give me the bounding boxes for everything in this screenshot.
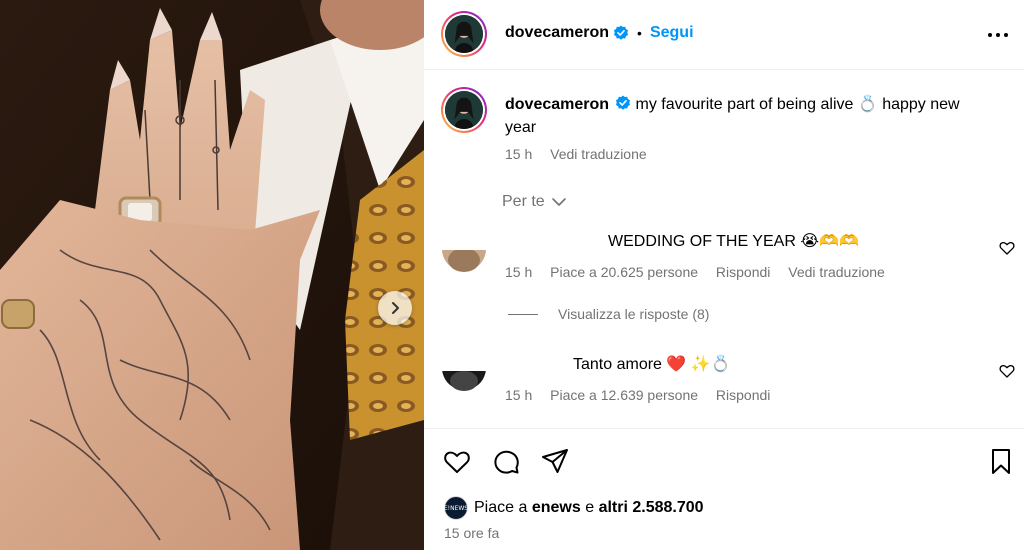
verified-icon [614,25,629,40]
likes-prefix: Piace a [474,499,528,516]
post-side-panel: dovecameron • Segui dovecameron my favou… [424,0,1024,550]
verified-icon [616,95,631,110]
avatar[interactable] [441,11,487,57]
comment-likes-link[interactable]: Piace a 12.639 persone [550,387,698,403]
caption-username[interactable]: dovecameron [505,96,609,113]
view-replies-label: Visualizza le risposte (8) [558,306,710,322]
view-replies-button[interactable]: Visualizza le risposte (8) [508,306,709,322]
post-timestamp: 15 ore fa [444,525,500,541]
see-translation-link[interactable]: Vedi traduzione [550,146,647,162]
comment-sort-label: Per te [502,193,545,210]
reply-link[interactable]: Rispondi [716,264,770,280]
chevron-right-icon [392,302,399,314]
likes-others[interactable]: altri 2.588.700 [599,499,704,517]
likes-summary[interactable]: E!NEWS Piace a enews e altri 2.588.700 [444,496,704,520]
heart-icon[interactable] [442,446,472,476]
replies-divider [508,313,538,315]
more-icon[interactable] [986,25,1010,45]
comment-likes-link[interactable]: Piace a 20.625 persone [550,264,698,280]
reply-link[interactable]: Rispondi [716,387,770,403]
caption-text-block: dovecameron my favourite part of being a… [505,93,995,139]
post-photo[interactable] [0,0,424,550]
follow-button[interactable]: Segui [650,24,694,42]
share-icon[interactable] [540,446,570,476]
carousel-next-button[interactable] [378,291,412,325]
likes-middle: e [585,499,595,516]
caption-avatar[interactable] [441,87,487,133]
post-header: dovecameron • Segui [424,0,1024,70]
comment-avatar[interactable] [441,371,487,391]
separator-dot: • [637,25,642,41]
bookmark-icon[interactable] [986,446,1016,476]
post-actions: E!NEWS Piace a enews e altri 2.588.700 1… [424,428,1024,550]
caption-meta: 15 h Vedi traduzione [505,146,661,162]
heart-icon[interactable] [999,240,1015,256]
heart-icon[interactable] [999,363,1015,379]
comment-meta: 15 h Piace a 12.639 persone Rispondi [505,387,784,403]
comment-translate-link[interactable]: Vedi traduzione [788,264,885,280]
comment-time: 15 h [505,264,533,280]
enews-avatar[interactable]: E!NEWS [444,496,468,520]
comment-time: 15 h [505,387,533,403]
username-link[interactable]: dovecameron [505,24,609,42]
comment-avatar[interactable] [441,250,487,272]
photo-image [0,0,424,550]
comment-icon[interactable] [491,446,521,476]
comment-sort-dropdown[interactable]: Per te [502,193,567,211]
likes-user[interactable]: enews [532,499,581,517]
comment-text: WEDDING OF THE YEAR 😭🫶🫶 [608,233,859,250]
caption-time: 15 h [505,146,533,162]
comment-text: Tanto amore ❤️ ✨💍 [573,356,731,373]
comment-meta: 15 h Piace a 20.625 persone Rispondi Ved… [505,264,899,280]
chevron-down-icon [551,198,566,206]
